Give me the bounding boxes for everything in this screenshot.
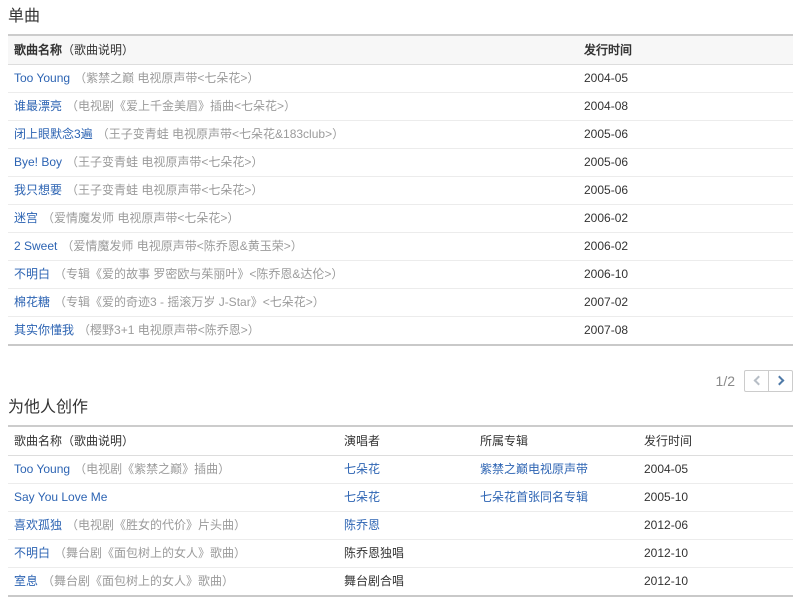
singer-link[interactable]: 七朵花 — [344, 490, 380, 504]
song-link[interactable]: 谁最漂亮 — [14, 99, 62, 113]
singer-link[interactable]: 陈乔恩 — [344, 518, 380, 532]
table-row: 闭上眼默念3遍 （王子变青蛙 电视原声带<七朵花&183club>） 2005-0… — [8, 121, 793, 149]
release-date: 2012-10 — [638, 568, 793, 597]
song-link[interactable]: 喜欢孤独 — [14, 518, 62, 532]
song-note: （紫禁之巅 电视原声带<七朵花>） — [74, 71, 259, 85]
song-link[interactable]: Too Young — [14, 462, 70, 476]
song-note: （爱情魔发师 电视原声带<陈乔恩&黄玉荣>） — [61, 239, 302, 253]
table-row: Too Young （电视剧《紫禁之巅》插曲） 七朵花 紫禁之巅电视原声带 200… — [8, 456, 793, 484]
column-header-song: 歌曲名称（歌曲说明） — [8, 426, 338, 456]
song-note: （王子变青蛙 电视原声带<七朵花&183club>） — [97, 127, 344, 141]
singles-header-row: 歌曲名称（歌曲说明） 发行时间 — [8, 35, 793, 65]
song-note: （王子变青蛙 电视原声带<七朵花>） — [66, 183, 263, 197]
column-header-album: 所属专辑 — [474, 426, 638, 456]
song-link[interactable]: Too Young — [14, 71, 70, 85]
column-header-singer: 演唱者 — [338, 426, 474, 456]
release-date: 2005-06 — [578, 177, 793, 205]
release-date: 2012-10 — [638, 540, 793, 568]
column-header-song: 歌曲名称（歌曲说明） — [8, 35, 578, 65]
column-header-release-date: 发行时间 — [638, 426, 793, 456]
table-row: 不明白 （舞台剧《面包树上的女人》歌曲） 陈乔恩独唱 2012-10 — [8, 540, 793, 568]
chevron-left-icon — [753, 376, 763, 386]
column-header-song-name: 歌曲名称 — [14, 43, 62, 57]
song-link[interactable]: 不明白 — [14, 267, 50, 281]
for-others-section-title: 为他人创作 — [8, 399, 793, 416]
album-cell — [474, 512, 638, 540]
singles-section-title: 单曲 — [8, 8, 793, 25]
song-link[interactable]: 迷宫 — [14, 211, 38, 225]
release-date: 2004-08 — [578, 93, 793, 121]
table-row: 其实你懂我 （樱野3+1 电视原声带<陈乔恩>） 2007-08 — [8, 317, 793, 346]
song-note: （专辑《爱的故事 罗密欧与茱丽叶》<陈乔恩&达伦>） — [54, 267, 343, 281]
song-note: （舞台剧《面包树上的女人》歌曲） — [54, 546, 246, 560]
song-note: （王子变青蛙 电视原声带<七朵花>） — [66, 155, 263, 169]
song-note: （专辑《爱的奇迹3 - 摇滚万岁 J-Star》<七朵花>） — [54, 295, 325, 309]
column-header-release-date: 发行时间 — [578, 35, 793, 65]
release-date: 2006-02 — [578, 205, 793, 233]
song-note: （樱野3+1 电视原声带<陈乔恩>） — [78, 323, 260, 337]
release-date: 2004-05 — [578, 65, 793, 93]
table-row: 室息 （舞台剧《面包树上的女人》歌曲） 舞台剧合唱 2012-10 — [8, 568, 793, 597]
song-note: （电视剧《爱上千金美眉》插曲<七朵花>） — [66, 99, 296, 113]
song-link[interactable]: 我只想要 — [14, 183, 62, 197]
table-row: 不明白 （专辑《爱的故事 罗密欧与茱丽叶》<陈乔恩&达伦>） 2006-10 — [8, 261, 793, 289]
column-header-song-note: （歌曲说明） — [62, 43, 134, 57]
album-link[interactable]: 紫禁之巅电视原声带 — [480, 462, 588, 476]
album-link[interactable]: 七朵花首张同名专辑 — [480, 490, 588, 504]
table-row: Bye! Boy （王子变青蛙 电视原声带<七朵花>） 2005-06 — [8, 149, 793, 177]
release-date: 2007-08 — [578, 317, 793, 346]
song-note: （舞台剧《面包树上的女人》歌曲） — [42, 574, 234, 588]
prev-page-button[interactable] — [744, 370, 769, 392]
table-row: 谁最漂亮 （电视剧《爱上千金美眉》插曲<七朵花>） 2004-08 — [8, 93, 793, 121]
for-others-header-row: 歌曲名称（歌曲说明） 演唱者 所属专辑 发行时间 — [8, 426, 793, 456]
table-row: 棉花糖 （专辑《爱的奇迹3 - 摇滚万岁 J-Star》<七朵花>） 2007-0… — [8, 289, 793, 317]
page-indicator: 1/2 — [716, 373, 735, 389]
singer-text: 舞台剧合唱 — [344, 574, 404, 588]
song-link[interactable]: 其实你懂我 — [14, 323, 74, 337]
song-link[interactable]: Say You Love Me — [14, 490, 107, 504]
release-date: 2005-06 — [578, 149, 793, 177]
song-note: （电视剧《胜女的代价》片头曲） — [66, 518, 246, 532]
song-link[interactable]: 不明白 — [14, 546, 50, 560]
discography-page: 单曲 歌曲名称（歌曲说明） 发行时间 Too Young （紫禁之巅 电视原声带<… — [0, 0, 808, 597]
table-row: Say You Love Me 七朵花 七朵花首张同名专辑 2005-10 — [8, 484, 793, 512]
pager-buttons — [744, 370, 793, 392]
chevron-right-icon — [774, 376, 784, 386]
song-link[interactable]: Bye! Boy — [14, 155, 62, 169]
singer-text: 陈乔恩独唱 — [344, 546, 404, 560]
release-date: 2005-06 — [578, 121, 793, 149]
song-note: （爱情魔发师 电视原声带<七朵花>） — [42, 211, 239, 225]
table-row: 2 Sweet （爱情魔发师 电视原声带<陈乔恩&黄玉荣>） 2006-02 — [8, 233, 793, 261]
album-cell — [474, 568, 638, 597]
table-row: Too Young （紫禁之巅 电视原声带<七朵花>） 2004-05 — [8, 65, 793, 93]
song-link[interactable]: 棉花糖 — [14, 295, 50, 309]
next-page-button[interactable] — [768, 370, 793, 392]
album-cell — [474, 540, 638, 568]
release-date: 2012-06 — [638, 512, 793, 540]
table-row: 我只想要 （王子变青蛙 电视原声带<七朵花>） 2005-06 — [8, 177, 793, 205]
release-date: 2007-02 — [578, 289, 793, 317]
song-note: （电视剧《紫禁之巅》插曲） — [74, 462, 230, 476]
song-link[interactable]: 2 Sweet — [14, 239, 57, 253]
for-others-table: 歌曲名称（歌曲说明） 演唱者 所属专辑 发行时间 Too Young （电视剧《紫… — [8, 425, 793, 597]
table-row: 迷宫 （爱情魔发师 电视原声带<七朵花>） 2006-02 — [8, 205, 793, 233]
singles-table: 歌曲名称（歌曲说明） 发行时间 Too Young （紫禁之巅 电视原声带<七朵花… — [8, 34, 793, 346]
release-date: 2006-02 — [578, 233, 793, 261]
release-date: 2004-05 — [638, 456, 793, 484]
song-link[interactable]: 室息 — [14, 574, 38, 588]
pagination: 1/2 — [8, 369, 793, 392]
release-date: 2005-10 — [638, 484, 793, 512]
song-link[interactable]: 闭上眼默念3遍 — [14, 127, 93, 141]
singer-link[interactable]: 七朵花 — [344, 462, 380, 476]
release-date: 2006-10 — [578, 261, 793, 289]
table-row: 喜欢孤独 （电视剧《胜女的代价》片头曲） 陈乔恩 2012-06 — [8, 512, 793, 540]
